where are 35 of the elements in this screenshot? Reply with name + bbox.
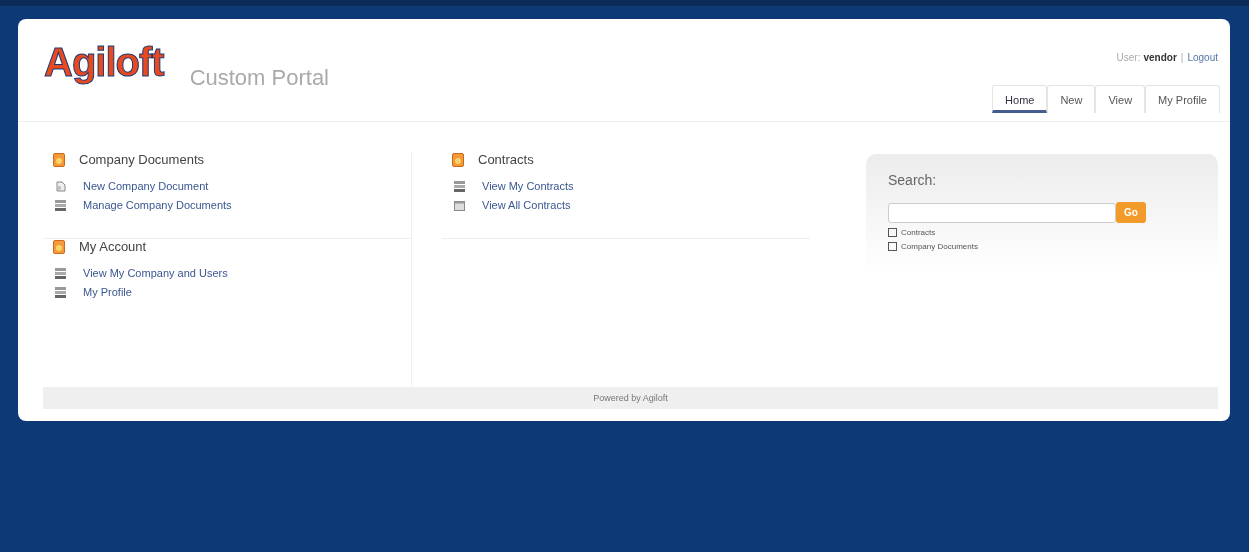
- tab[interactable]: My Profile: [1145, 85, 1220, 113]
- document-icon: [452, 152, 464, 167]
- checkbox-label: Company Documents: [901, 242, 978, 251]
- user-name: vendor: [1143, 52, 1177, 63]
- link[interactable]: View All Contracts: [482, 199, 571, 211]
- portal-title: Custom Portal: [189, 65, 329, 91]
- section-title: Company Documents: [79, 152, 204, 167]
- checkbox[interactable]: [888, 228, 897, 237]
- list-icon: [55, 286, 66, 298]
- separator: |: [1180, 52, 1184, 63]
- link[interactable]: View My Company and Users: [83, 267, 228, 279]
- link[interactable]: My Profile: [83, 286, 132, 298]
- section-title: Contracts: [478, 152, 534, 167]
- list-icon: [454, 180, 465, 192]
- link[interactable]: New Company Document: [83, 180, 209, 192]
- footer-bar: Powered by Agiloft: [43, 387, 1218, 409]
- folder-icon: [454, 199, 465, 211]
- link[interactable]: View My Contracts: [482, 180, 574, 192]
- list-icon: [55, 267, 66, 279]
- link[interactable]: Manage Company Documents: [83, 199, 232, 211]
- logout-link[interactable]: Logout: [1187, 52, 1218, 63]
- tab[interactable]: New: [1047, 85, 1096, 113]
- section-title: My Account: [79, 239, 147, 254]
- tab[interactable]: Home: [992, 85, 1048, 113]
- logo: Agiloft: [44, 39, 164, 85]
- document-icon: [53, 152, 65, 167]
- document-icon: [53, 239, 65, 254]
- user-label: User:: [1116, 52, 1141, 63]
- checkbox-label: Contracts: [901, 228, 936, 237]
- document-icon: [55, 180, 66, 192]
- checkbox[interactable]: [888, 242, 897, 251]
- search-field[interactable]: [888, 202, 1116, 223]
- list-icon: [55, 199, 66, 211]
- search-title: Search:: [888, 172, 938, 188]
- tab[interactable]: View: [1095, 85, 1146, 113]
